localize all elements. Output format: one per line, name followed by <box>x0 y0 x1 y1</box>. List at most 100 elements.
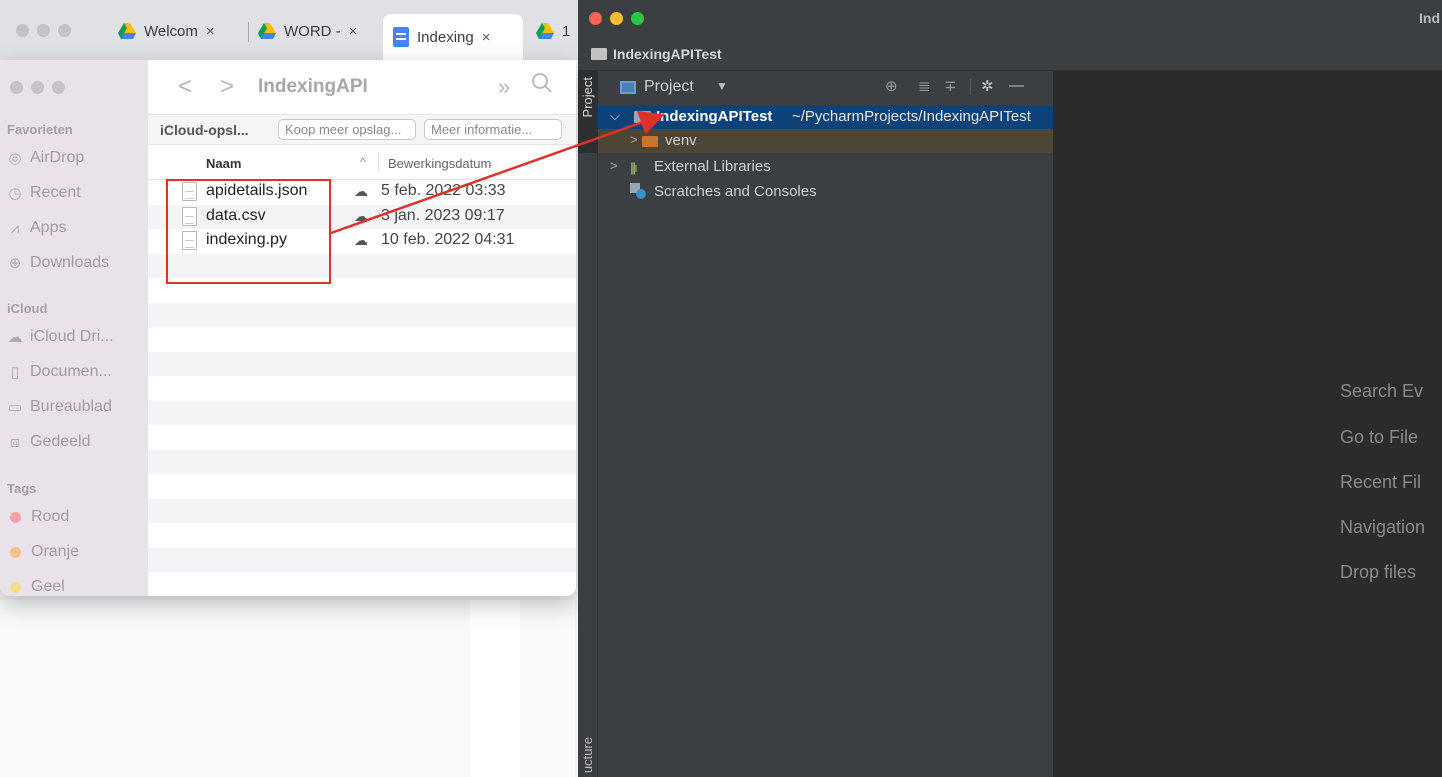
close-window-button[interactable] <box>589 12 602 25</box>
empty-row <box>148 449 576 474</box>
tab-label: Welcom <box>144 22 198 40</box>
tree-item-scratches[interactable]: Scratches and Consoles <box>598 180 1053 204</box>
sidebar-item-tag-yellow[interactable]: Geel <box>7 578 65 596</box>
tree-item-external-libraries[interactable]: > |||ı External Libraries <box>598 155 1053 179</box>
column-header-date[interactable]: Bewerkingsdatum <box>388 156 491 171</box>
apps-icon: ⩘ <box>10 219 20 237</box>
minimize-window-button[interactable] <box>37 24 50 37</box>
airdrop-icon: ◎ <box>8 150 22 167</box>
sidebar-item-documents[interactable]: ▯ Documen... <box>7 363 112 381</box>
library-icon: |||ı <box>630 160 638 175</box>
zoom-window-button[interactable] <box>58 24 71 37</box>
tree-item-venv[interactable]: > venv <box>598 129 1053 153</box>
document-canvas-background <box>0 600 575 777</box>
finder-sidebar: Favorieten ◎ AirDrop ◷ Recent ⩘ Apps ⊕ D… <box>0 60 148 596</box>
forward-chevron-icon[interactable]: > <box>220 73 234 101</box>
browser-tab-word[interactable]: WORD - × <box>258 14 378 48</box>
go-to-file-hint: Go to File <box>1340 427 1419 447</box>
tab-close-icon[interactable]: × <box>206 23 215 40</box>
pycharm-window-title: Ind <box>1419 10 1440 26</box>
locate-file-icon[interactable]: ⊕ <box>885 77 898 95</box>
dropdown-caret-icon[interactable]: ▼ <box>716 79 728 93</box>
finder-window-controls <box>10 81 65 94</box>
toolbar-divider <box>970 79 971 95</box>
empty-row <box>148 400 576 425</box>
toolbar-overflow-icon[interactable]: » <box>498 74 510 100</box>
chevron-down-icon[interactable]: ⌵ <box>610 108 620 124</box>
hide-panel-icon[interactable]: — <box>1009 77 1024 94</box>
navigation-bar: IndexingAPITest <box>578 37 1442 71</box>
close-window-button[interactable] <box>16 24 29 37</box>
search-icon[interactable] <box>531 72 553 94</box>
tab-label: 1 <box>562 22 571 40</box>
chevron-right-icon[interactable]: > <box>630 132 638 147</box>
more-info-button[interactable]: Meer informatie... <box>424 119 562 140</box>
sidebar-item-icloud-drive[interactable]: ☁ iCloud Dri... <box>7 328 114 346</box>
minimize-window-button[interactable] <box>610 12 623 25</box>
finder-toolbar: < > IndexingAPI » <box>148 60 576 115</box>
zoom-window-button[interactable] <box>631 12 644 25</box>
empty-row <box>148 498 576 523</box>
sidebar-item-shared[interactable]: ⧈ Gedeeld <box>7 433 90 451</box>
expand-all-icon[interactable]: ≣ <box>918 77 931 95</box>
excluded-folder-icon <box>642 136 658 147</box>
gear-icon[interactable]: ✲ <box>981 77 994 95</box>
chevron-right-icon[interactable]: > <box>610 158 618 173</box>
browser-tab-welcome[interactable]: Welcom × <box>118 14 248 48</box>
back-chevron-icon[interactable]: < <box>178 73 192 101</box>
sidebar-item-label: Apps <box>30 219 67 236</box>
browser-tab-indexing[interactable]: Indexing × <box>383 14 523 60</box>
tab-close-icon[interactable]: × <box>482 29 491 46</box>
empty-row <box>148 572 576 596</box>
tree-item-label: IndexingAPITest <box>656 108 773 125</box>
column-header-name[interactable]: Naam <box>206 156 241 171</box>
tree-item-label: External Libraries <box>654 158 771 175</box>
desktop-icon: ▭ <box>7 399 23 416</box>
file-date: 5 feb. 2022 03:33 <box>381 182 506 199</box>
module-folder-icon <box>634 111 651 123</box>
tab-close-icon[interactable]: × <box>349 23 358 40</box>
close-window-button[interactable] <box>10 81 23 94</box>
project-view-selector[interactable]: Project <box>644 78 694 96</box>
breadcrumb-project: IndexingAPITest <box>613 46 722 62</box>
buy-storage-button[interactable]: Koop meer opslag... <box>278 119 416 140</box>
collapse-all-icon[interactable]: ∓ <box>944 77 957 95</box>
search-everywhere-hint: Search Ev <box>1340 381 1424 401</box>
tree-item-label: venv <box>665 132 697 149</box>
sidebar-item-airdrop[interactable]: ◎ AirDrop <box>7 149 84 167</box>
google-drive-icon <box>536 23 554 39</box>
browser-tab-partial[interactable]: 1 <box>536 14 580 48</box>
sidebar-item-tag-orange[interactable]: Oranje <box>7 543 79 561</box>
browser-tab-strip: Welcom × WORD - × Indexing × 1 <box>0 0 580 60</box>
icloud-storage-label: iCloud-opsl... <box>160 122 249 138</box>
sidebar-item-recent[interactable]: ◷ Recent <box>7 184 80 202</box>
cloud-status-icon: ☁ <box>354 232 368 248</box>
sidebar-item-tag-red[interactable]: Rood <box>7 508 69 526</box>
shared-folder-icon: ⧈ <box>10 433 20 451</box>
sidebar-item-label: iCloud Dri... <box>30 328 114 345</box>
minimize-window-button[interactable] <box>31 81 44 94</box>
tab-divider <box>248 22 249 42</box>
sort-ascending-icon: ^ <box>360 155 366 169</box>
red-tag-dot-icon <box>10 511 21 523</box>
sidebar-item-downloads[interactable]: ⊕ Downloads <box>7 254 109 272</box>
sidebar-item-label: Downloads <box>30 254 110 271</box>
project-view-icon <box>620 81 636 94</box>
sidebar-item-label: Oranje <box>31 543 80 560</box>
project-tool-window-button[interactable]: Project <box>578 71 598 153</box>
structure-tool-window-button[interactable]: ucture <box>580 737 595 773</box>
google-drive-icon <box>118 23 136 39</box>
sidebar-item-desktop[interactable]: ▭ Bureaublad <box>7 398 112 416</box>
sidebar-item-label: Documen... <box>30 363 112 380</box>
empty-row <box>148 376 576 401</box>
breadcrumb[interactable]: IndexingAPITest <box>591 46 722 62</box>
tree-item-project-root[interactable]: ⌵ IndexingAPITest ~/PycharmProjects/Inde… <box>598 105 1053 129</box>
pycharm-window-controls <box>589 12 644 25</box>
tree-item-path: ~/PycharmProjects/IndexingAPITest <box>792 108 1031 125</box>
zoom-window-button[interactable] <box>52 81 65 94</box>
column-divider <box>378 153 379 171</box>
document-icon: ▯ <box>10 364 20 381</box>
drop-files-hint: Drop files <box>1340 562 1417 582</box>
cloud-status-icon: ☁ <box>354 207 368 224</box>
sidebar-item-apps[interactable]: ⩘ Apps <box>7 219 67 237</box>
